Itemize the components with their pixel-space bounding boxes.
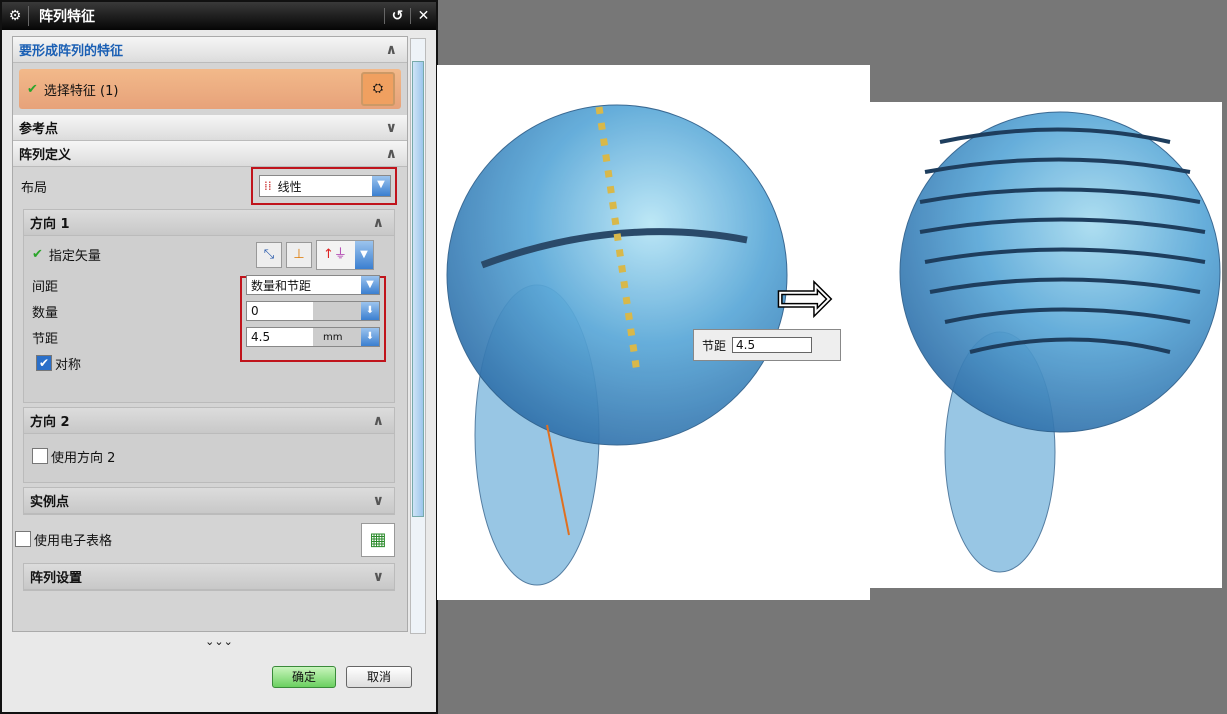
check-icon: ✔ — [32, 246, 43, 262]
layout-row: 布局 ⁞⁞ 线性 ▼ — [13, 167, 407, 205]
vector-direction-icon[interactable]: ↑⏚ ▼ — [316, 240, 374, 270]
section-direction2[interactable]: 方向 2 ∧ — [24, 408, 394, 434]
spreadsheet-row: 使用电子表格 ▦ — [13, 519, 407, 559]
direction2-group: 方向 2 ∧ 使用方向 2 — [23, 407, 395, 483]
arrow-down-icon[interactable]: ⬇ — [361, 328, 379, 346]
symmetric-row: ✔ 对称 — [24, 350, 394, 376]
scrollbar[interactable] — [410, 38, 426, 634]
more-options-icon[interactable]: ⌄⌄⌄ — [12, 634, 426, 650]
dialog-title: 阵列特征 — [28, 6, 384, 26]
section-pattern-settings[interactable]: 阵列设置 ∨ — [24, 564, 394, 590]
use-direction2-label: 使用方向 2 — [51, 450, 116, 466]
chevron-up-icon[interactable]: ∧ — [373, 413, 384, 429]
layout-value: 线性 — [277, 179, 302, 194]
select-feature-label: 选择特征 (1) — [43, 83, 119, 99]
ok-button[interactable]: 确定 — [272, 666, 336, 688]
section-label: 阵列设置 — [30, 571, 83, 586]
section-label: 实例点 — [30, 495, 70, 510]
dropdown-arrow-icon[interactable]: ▼ — [355, 241, 373, 269]
section-features[interactable]: 要形成阵列的特征 ∧ — [13, 37, 407, 63]
cancel-button[interactable]: 取消 — [346, 666, 412, 688]
spacing-label: 间距 — [32, 279, 59, 295]
pattern-settings-group: 阵列设置 ∨ — [23, 563, 395, 591]
section-direction1[interactable]: 方向 1 ∧ — [24, 210, 394, 236]
dropdown-arrow-icon[interactable]: ▼ — [361, 276, 379, 294]
inferred-vector-icon[interactable]: ⊥ — [286, 242, 312, 268]
chevron-up-icon[interactable]: ∧ — [373, 215, 384, 231]
spacing-value: 数量和节距 — [251, 278, 312, 293]
dialog-body: 要形成阵列的特征 ∧ ✔ 选择特征 (1) ⛭ 参考点 ∨ 阵列定义 ∧ 布局 ⁞⁞ 线性 ▼… — [12, 36, 408, 632]
arrow-right-icon: ⇨ — [775, 256, 835, 338]
pitch-input[interactable]: 4.5 mm ⬇ — [246, 327, 380, 347]
symmetric-label: 对称 — [55, 357, 82, 373]
vector-label: 指定矢量 — [48, 248, 101, 264]
pitch-value: 4.5 — [251, 330, 271, 344]
count-label: 数量 — [32, 305, 59, 321]
viewport-after — [870, 102, 1222, 588]
pitch-onscreen-value: 4.5 — [732, 337, 813, 353]
section-label: 方向 2 — [30, 415, 70, 430]
linear-layout-icon: ⁞⁞ — [264, 179, 272, 193]
spacing-row: 间距 数量和节距 ▼ — [24, 272, 394, 298]
section-reference-point[interactable]: 参考点 ∨ — [13, 115, 407, 141]
section-label: 方向 1 — [30, 217, 70, 232]
section-pattern-definition[interactable]: 阵列定义 ∧ — [13, 141, 407, 167]
chevron-up-icon[interactable]: ∧ — [386, 146, 397, 162]
count-input[interactable]: 0 ⬇ — [246, 301, 380, 321]
spacing-select[interactable]: 数量和节距 ▼ — [246, 275, 380, 295]
pitch-row: 节距 4.5 mm ⬇ — [24, 324, 394, 350]
chevron-down-icon[interactable]: ∨ — [373, 493, 384, 509]
model-after — [899, 111, 1221, 573]
check-icon: ✔ — [27, 81, 38, 97]
use-direction2-row: 使用方向 2 — [24, 434, 394, 478]
spreadsheet-checkbox[interactable] — [15, 531, 31, 547]
use-direction2-checkbox[interactable] — [32, 448, 48, 464]
symmetric-checkbox[interactable]: ✔ — [36, 355, 52, 371]
spreadsheet-icon[interactable]: ▦ — [361, 523, 395, 557]
section-instance-point[interactable]: 实例点 ∨ — [24, 488, 394, 514]
layout-select[interactable]: ⁞⁞ 线性 ▼ — [259, 175, 391, 197]
select-feature-button[interactable]: ⛭ — [361, 72, 395, 106]
reset-icon[interactable]: ↺ — [384, 8, 410, 24]
chevron-up-icon[interactable]: ∧ — [386, 42, 397, 58]
chevron-down-icon[interactable]: ∨ — [373, 569, 384, 585]
layout-label: 布局 — [21, 180, 48, 196]
scrollbar-thumb[interactable] — [412, 61, 424, 517]
vector-row: ✔ 指定矢量 ⤡ ⊥ ↑⏚ ▼ — [24, 236, 394, 272]
pitch-onscreen-label: 节距 — [702, 338, 727, 353]
dialog-titlebar: ⚙ 阵列特征 ↺ ✕ — [2, 2, 436, 30]
two-points-vector-icon[interactable]: ⤡ — [256, 242, 282, 268]
close-icon[interactable]: ✕ — [410, 8, 436, 24]
chevron-down-icon[interactable]: ∨ — [386, 120, 397, 136]
spreadsheet-label: 使用电子表格 — [34, 533, 113, 549]
gear-icon[interactable]: ⚙ — [2, 8, 28, 24]
section-label: 参考点 — [19, 122, 59, 137]
select-feature-row[interactable]: ✔ 选择特征 (1) ⛭ — [19, 69, 401, 109]
count-row: 数量 0 ⬇ — [24, 298, 394, 324]
count-value: 0 — [251, 304, 259, 318]
instance-point-group: 实例点 ∨ — [23, 487, 395, 515]
pitch-label: 节距 — [32, 331, 59, 347]
section-label: 要形成阵列的特征 — [19, 44, 124, 59]
direction1-group: 方向 1 ∧ ✔ 指定矢量 ⤡ ⊥ ↑⏚ ▼ 间距 数量和节距 ▼ 数量 0 ⬇ 节距 4… — [23, 209, 395, 403]
dropdown-arrow-icon[interactable]: ▼ — [372, 176, 390, 196]
arrow-down-icon[interactable]: ⬇ — [361, 302, 379, 320]
pitch-unit: mm — [323, 331, 343, 343]
section-label: 阵列定义 — [19, 148, 72, 163]
pattern-feature-dialog: ⚙ 阵列特征 ↺ ✕ 要形成阵列的特征 ∧ ✔ 选择特征 (1) ⛭ 参考点 ∨ 阵列定… — [0, 0, 438, 714]
